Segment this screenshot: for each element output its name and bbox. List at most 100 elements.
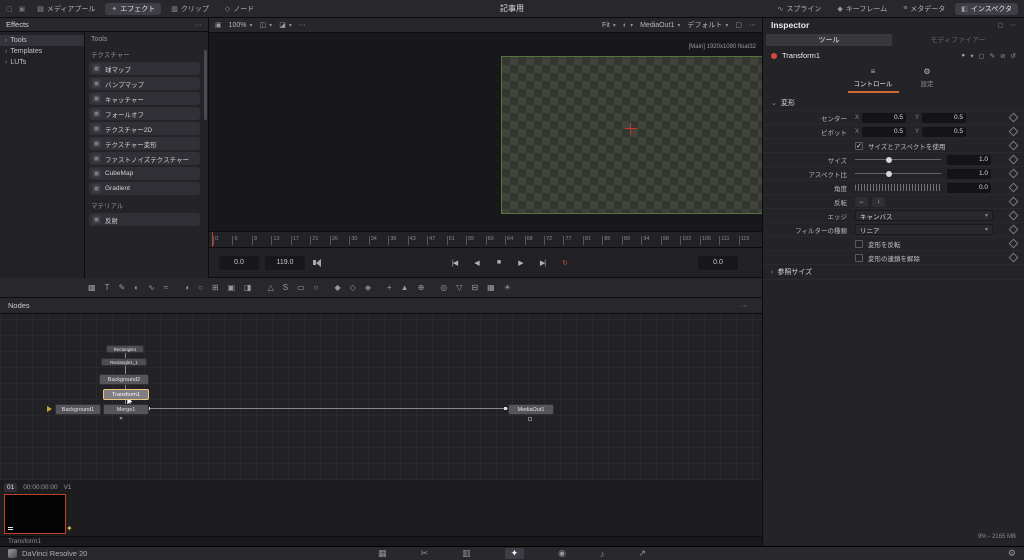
filter-dropdown[interactable]: リニア▾	[855, 224, 993, 235]
node-Transform1[interactable]: Transform1	[103, 389, 149, 400]
tool-item-button[interactable]: ▩CubeMap	[89, 167, 200, 180]
panel-expand-icon[interactable]: ▢	[997, 21, 1003, 29]
fit-select[interactable]: Fit▾	[602, 22, 616, 29]
keyframe-diamond-icon[interactable]	[1009, 197, 1019, 207]
channel-booleans-tool-icon[interactable]: ▣	[227, 283, 235, 292]
chevron-down-icon[interactable]: ▾	[970, 52, 973, 60]
spot-light-tool-icon[interactable]: ☀	[504, 283, 511, 292]
node-Background2[interactable]: Background2	[99, 374, 149, 385]
playhead[interactable]	[212, 232, 213, 247]
clip-thumbnail[interactable]	[4, 494, 66, 534]
keyframe-diamond-icon[interactable]	[1009, 225, 1019, 235]
expand-viewer-icon[interactable]: ▢	[735, 21, 742, 29]
tool-item-button[interactable]: ▩テクスチャー変形	[89, 137, 200, 150]
transparent-canvas[interactable]	[501, 56, 762, 214]
renderer-3d-tool-icon[interactable]: ▦	[487, 283, 495, 292]
tool-item-button[interactable]: ▩ファストノイズテクスチャー	[89, 152, 200, 165]
layout-left-icon[interactable]: ▢	[6, 5, 13, 13]
topbar-spline-button[interactable]: ∿スプライン	[772, 3, 828, 15]
color-corrector-tool-icon[interactable]: ◐	[134, 283, 139, 292]
shape-3d-tool-icon[interactable]: ▽	[456, 283, 462, 292]
node-color-icon[interactable]: ●	[961, 52, 965, 60]
size-input[interactable]: 1.0	[947, 155, 991, 165]
ab-view-select[interactable]: ◪▾	[279, 21, 292, 29]
tool-item-button[interactable]: ▩反射	[89, 213, 200, 226]
page-media-button[interactable]: ▦	[378, 548, 387, 559]
tool-item-button[interactable]: ▩Gradient	[89, 182, 200, 195]
merge-3d-tool-icon[interactable]: ⊟	[471, 283, 478, 292]
ellipse-mask-tool-icon[interactable]: ○	[314, 283, 319, 292]
topbar-effects-button[interactable]: ✦エフェクト	[105, 3, 161, 15]
keyframe-diamond-icon[interactable]	[1009, 183, 1019, 193]
topbar-media-pool-button[interactable]: ▤メディアプール	[31, 3, 101, 15]
paint-tool-icon[interactable]: ✎	[118, 283, 125, 292]
effects-tree-item-templates[interactable]: ›Templates	[0, 46, 84, 57]
aspect-input[interactable]: 1.0	[947, 169, 991, 179]
viewer-canvas[interactable]: [Main] 1920x1080 float32	[209, 33, 762, 231]
invert-transform-checkbox[interactable]: ✓	[855, 240, 863, 248]
center-y-input[interactable]: 0.5	[922, 113, 966, 123]
render-start-input[interactable]: 0.0	[219, 256, 259, 270]
blur-tool-icon[interactable]: ○	[198, 283, 203, 292]
reference-size-section-header[interactable]: › 参照サイズ	[763, 265, 1024, 280]
pivot-x-input[interactable]: 0.5	[862, 127, 906, 137]
angle-input[interactable]: 0.0	[947, 183, 991, 193]
panel-menu-icon[interactable]: ⋯	[1010, 21, 1017, 29]
tools-scrollbar[interactable]	[204, 50, 207, 120]
effects-tree-item-tools[interactable]: ›Tools	[0, 35, 84, 46]
keyframe-diamond-icon[interactable]	[1009, 141, 1019, 151]
keyframe-diamond-icon[interactable]	[1009, 113, 1019, 123]
chroma-keyer-tool-icon[interactable]: ◈	[365, 283, 371, 292]
versions-icon[interactable]: ▢	[978, 52, 984, 60]
camera-3d-tool-icon[interactable]: ◎	[440, 283, 447, 292]
keyframe-diamond-icon[interactable]	[1009, 253, 1019, 263]
tool-item-button[interactable]: ▩テクスチャー2D	[89, 122, 200, 135]
tab-modifiers[interactable]: モディファイアー	[895, 34, 1021, 46]
source-select[interactable]: MediaOut1▾	[640, 22, 680, 29]
effects-menu-icon[interactable]: ⋯	[195, 21, 202, 29]
reset-icon[interactable]: ↺	[1011, 52, 1016, 60]
effects-tree-item-luts[interactable]: ›LUTs	[0, 57, 84, 68]
gear-icon[interactable]: ⚙	[1008, 548, 1016, 559]
node-Merge1[interactable]: Merge1	[103, 404, 149, 415]
keyframe-diamond-icon[interactable]	[1009, 211, 1019, 221]
lut-select[interactable]: デフォルト▾	[687, 20, 728, 30]
transform-tool-icon[interactable]: +	[387, 283, 392, 292]
use-size-aspect-checkbox[interactable]: ✓	[855, 142, 863, 150]
layout-right-icon[interactable]: ▣	[19, 5, 26, 13]
tool-item-button[interactable]: ▩バンプマップ	[89, 77, 200, 90]
play-forward-button[interactable]: ▶	[514, 257, 528, 269]
flip-horizontal-button[interactable]: ↔	[855, 197, 868, 207]
topbar-clips-button[interactable]: ▥クリップ	[165, 3, 215, 15]
center-x-input[interactable]: 0.5	[862, 113, 906, 123]
viewer-layout-icon[interactable]: ▣	[215, 21, 222, 29]
color-curves-tool-icon[interactable]: ∿	[148, 283, 155, 292]
transform-section-header[interactable]: ⌄ 変形	[763, 96, 1024, 111]
flip-vertical-button[interactable]: ↕	[872, 197, 885, 207]
node-MediaOut1[interactable]: MediaOut1	[508, 404, 554, 415]
split-view-select[interactable]: ◫▾	[260, 21, 273, 29]
tool-item-button[interactable]: ▩球マップ	[89, 62, 200, 75]
loop-playback-button[interactable]: ↻	[558, 257, 572, 269]
keyframe-diamond-icon[interactable]	[1009, 127, 1019, 137]
page-deliver-button[interactable]: ↗	[638, 548, 646, 559]
viewer-options-icon[interactable]: ⋯	[299, 21, 306, 29]
tool-item-button[interactable]: ▩キャッチャー	[89, 92, 200, 105]
keyframe-diamond-icon[interactable]	[1009, 239, 1019, 249]
size-slider[interactable]	[855, 155, 941, 165]
dve-tool-icon[interactable]: ▲	[401, 283, 409, 292]
node-Rectangle1[interactable]: Rectangle1	[106, 345, 144, 353]
rectangle-mask-tool-icon[interactable]: ▭	[297, 283, 305, 292]
page-cut-button[interactable]: ✂	[421, 548, 429, 559]
lock-icon[interactable]: ⊘	[1000, 52, 1005, 60]
bspline-mask-tool-icon[interactable]: S	[283, 283, 288, 292]
flatten-transform-checkbox[interactable]: ✓	[855, 254, 863, 262]
topbar-nodes-button[interactable]: ◇ノード	[219, 3, 260, 15]
subtab-settings[interactable]: ⚙ 設定	[915, 66, 940, 91]
page-edit-button[interactable]: ▥	[462, 548, 471, 559]
current-frame-input[interactable]: 0.0	[698, 256, 738, 270]
timeline-ruler[interactable]: 0591317212630343843475155606468727781858…	[209, 231, 762, 247]
play-reverse-button[interactable]: ◀	[470, 257, 484, 269]
edit-icon[interactable]: ✎	[990, 52, 995, 60]
background-tool-icon[interactable]: ▩	[88, 283, 96, 292]
